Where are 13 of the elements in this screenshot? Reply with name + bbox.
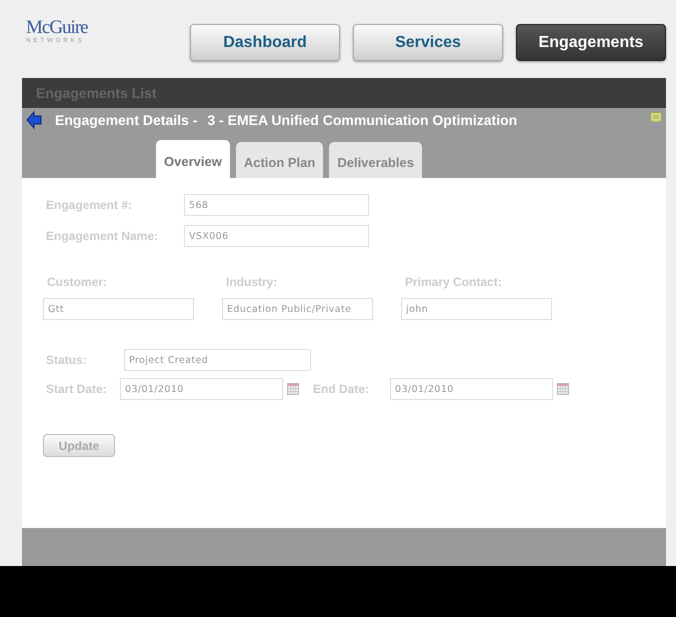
back-arrow-icon[interactable] <box>26 110 42 128</box>
note-icon[interactable] <box>650 112 662 124</box>
nav-button[interactable]: Engagements <box>516 24 666 61</box>
nav-button[interactable]: Dashboard <box>190 24 340 61</box>
calendar-icon[interactable] <box>557 383 569 395</box>
tab[interactable]: Overview <box>156 140 230 178</box>
logo-name: McGuire <box>26 18 88 38</box>
details-title: Engagement Details - <box>55 112 198 128</box>
tab[interactable]: Deliverables <box>329 142 422 178</box>
engagement-title: 3 - EMEA Unified Communication Optimization <box>207 112 518 128</box>
tab[interactable]: Action Plan <box>236 142 324 178</box>
nav-button[interactable]: Services <box>353 24 503 61</box>
calendar-icon[interactable] <box>287 383 299 395</box>
